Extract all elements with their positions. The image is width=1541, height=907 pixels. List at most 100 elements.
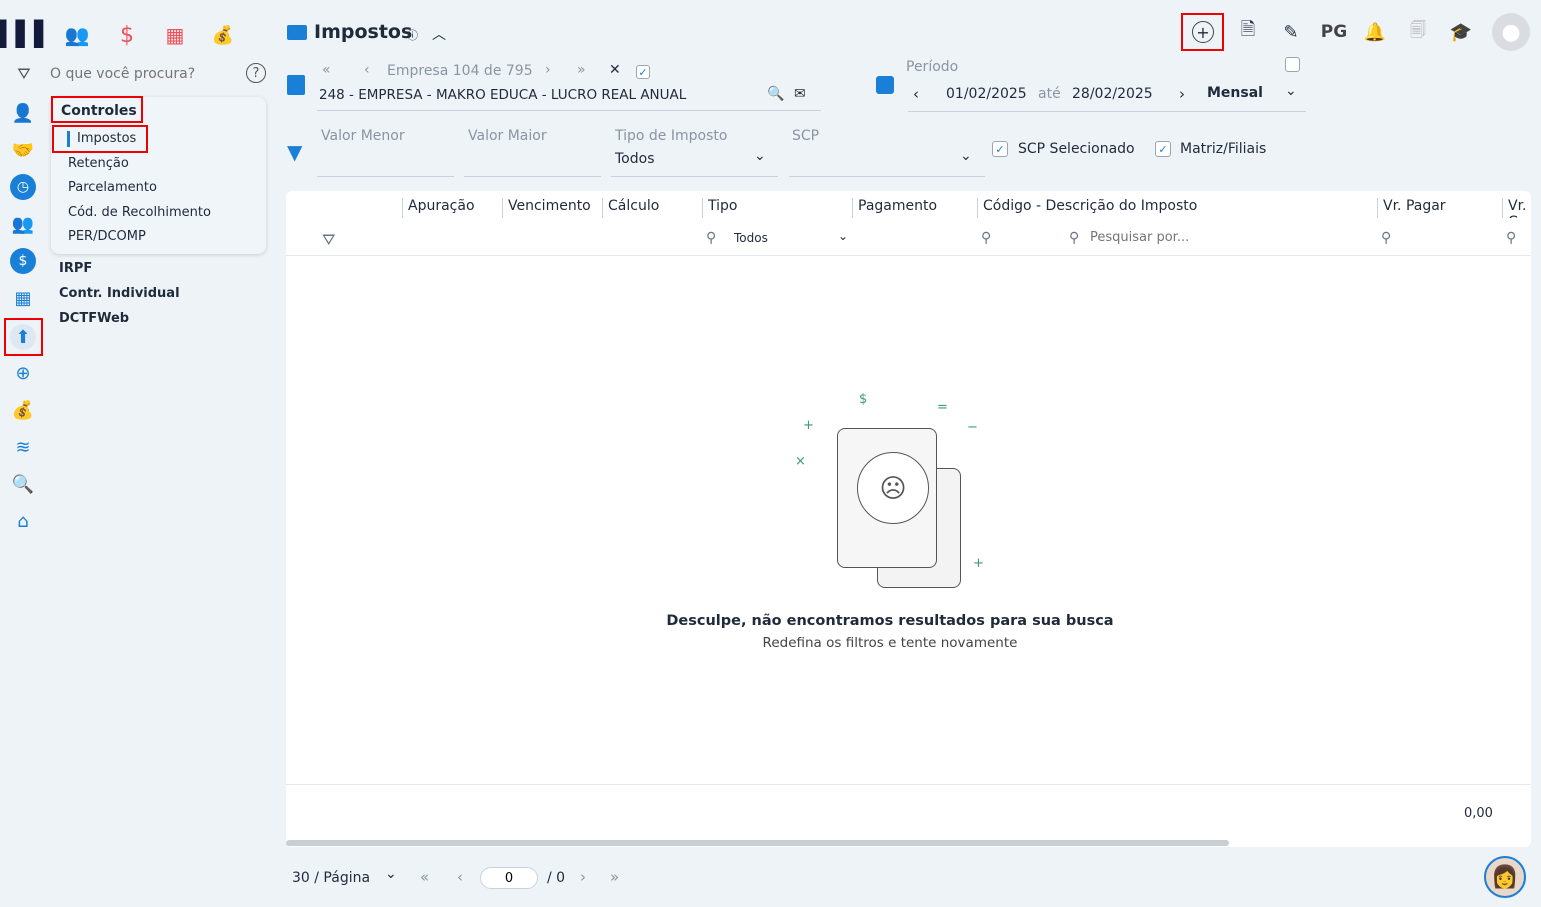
pg-button[interactable]: PG (1320, 20, 1348, 44)
avatar[interactable]: ● (1492, 13, 1530, 51)
tools-icon[interactable]: ✎ (1280, 20, 1302, 44)
clear-company-icon[interactable]: ✕ (609, 62, 621, 78)
company-name[interactable]: 248 - EMPRESA - MAKRO EDUCA - LUCRO REAL… (319, 87, 686, 103)
last-page-button[interactable]: » (610, 868, 619, 886)
home-icon[interactable]: ⌂ (10, 508, 36, 534)
search-input[interactable] (50, 62, 235, 86)
first-page-button[interactable]: « (420, 868, 429, 886)
period-mode-select[interactable]: Mensal (1207, 85, 1263, 101)
chevron-down-icon[interactable]: ⌄ (960, 148, 972, 164)
document-icon[interactable]: 🗎 (1237, 19, 1259, 44)
dollar-circle-icon[interactable]: $ (10, 248, 36, 274)
scp-label: SCP (792, 128, 820, 144)
info-icon[interactable]: ⓘ (407, 27, 418, 43)
col-tipo[interactable]: Tipo (702, 198, 737, 218)
search-company-icon[interactable]: 🔍 (767, 86, 784, 102)
collapse-icon[interactable]: ︿ (432, 24, 446, 44)
matriz-filiais-checkbox[interactable]: ✓ (1155, 141, 1171, 157)
period-to[interactable]: 28/02/2025 (1072, 86, 1153, 102)
graduation-cap-icon[interactable]: 🎓 (1449, 20, 1473, 44)
bell-icon[interactable]: 🔔 (1364, 20, 1386, 44)
assistant-avatar[interactable]: 👩 (1484, 856, 1526, 898)
filter-icon[interactable]: ⛛ (12, 62, 36, 86)
col-calculo[interactable]: Cálculo (602, 198, 659, 218)
people-icon[interactable]: 👥 (62, 20, 92, 50)
tipo-column-filter[interactable]: Todos (734, 231, 768, 245)
funnel-icon[interactable]: ▼ (287, 140, 302, 164)
dollar-icon[interactable]: $ (112, 20, 142, 50)
last-company-button[interactable]: » (577, 62, 586, 78)
menu-item-cod-recolhimento[interactable]: Cód. de Recolhimento (68, 205, 211, 220)
search-side-icon[interactable]: 🔍 (10, 471, 36, 497)
company-checkbox[interactable]: ✓ (636, 65, 650, 79)
prev-page-button[interactable]: ‹ (457, 868, 463, 886)
search-icon[interactable]: ⚲ (1506, 230, 1516, 246)
menu-item-perdcomp[interactable]: PER/DCOMP (68, 229, 146, 244)
col-vr-pagar[interactable]: Vr. Pagar (1377, 198, 1446, 218)
col-apuracao[interactable]: Apuração (402, 198, 475, 218)
money-bag-side-icon[interactable]: 💰 (10, 397, 36, 423)
search-icon[interactable]: ⚲ (706, 230, 716, 246)
money-bag-icon[interactable]: 💰 (208, 20, 238, 50)
matriz-filiais-label: Matriz/Filiais (1180, 141, 1267, 157)
total-pages: / 0 (547, 870, 566, 886)
next-period-button[interactable]: › (1179, 85, 1185, 103)
calculator-icon[interactable]: ▦ (160, 20, 190, 50)
period-sep: até (1038, 86, 1061, 102)
building-icon (287, 75, 305, 95)
page-input[interactable] (480, 867, 538, 889)
help-icon[interactable]: ? (246, 63, 266, 83)
horizontal-scrollbar[interactable] (286, 840, 1229, 846)
first-company-button[interactable]: « (322, 62, 331, 78)
col-vencimento[interactable]: Vencimento (502, 198, 591, 218)
search-icon[interactable]: ⚲ (1381, 230, 1391, 246)
descricao-search-input[interactable] (1090, 230, 1290, 245)
menu-item-retencao[interactable]: Retenção (68, 156, 129, 171)
menu-irpf[interactable]: IRPF (59, 261, 92, 276)
mail-icon[interactable]: ✉ (794, 86, 806, 102)
chevron-down-icon[interactable]: ⌄ (754, 148, 766, 164)
col-vr-c[interactable]: Vr. C (1502, 198, 1531, 218)
monitor-icon (287, 25, 307, 40)
empty-subtitle: Redefina os filtros e tente novamente (762, 635, 1018, 651)
layers-icon[interactable]: ≋ (10, 434, 36, 460)
tipo-imposto-label: Tipo de Imposto (615, 128, 728, 144)
empty-title: Desculpe, não encontramos resultados par… (666, 613, 1114, 629)
valor-menor-field[interactable]: Valor Menor (321, 128, 405, 144)
scp-selecionado-checkbox[interactable]: ✓ (992, 141, 1008, 157)
per-page-select[interactable]: 30 / Página (292, 870, 370, 886)
calculator-side-icon[interactable]: ▦ (10, 285, 36, 311)
prev-company-button[interactable]: ‹ (364, 62, 370, 78)
clock-icon[interactable]: ◷ (10, 174, 36, 200)
prev-period-button[interactable]: ‹ (913, 85, 919, 103)
period-checkbox[interactable] (1285, 57, 1300, 72)
chevron-down-icon[interactable]: ⌄ (1285, 83, 1297, 99)
col-codigo-descricao[interactable]: Código - Descrição do Imposto (977, 198, 1197, 218)
globe-icon[interactable]: ⊕ (10, 360, 36, 386)
menu-item-parcelamento[interactable]: Parcelamento (68, 180, 157, 195)
col-pagamento[interactable]: Pagamento (852, 198, 937, 218)
total-value: 0,00 (1464, 806, 1493, 821)
column-filter-icon[interactable]: ⛛ (322, 230, 335, 250)
page-title: Impostos (314, 21, 413, 43)
app-logo[interactable]: ▌▌▌ (0, 20, 53, 48)
menu-contr-individual[interactable]: Contr. Individual (59, 286, 180, 301)
tipo-imposto-select[interactable]: Todos (615, 151, 654, 167)
search-icon[interactable]: ⚲ (981, 230, 991, 246)
next-page-button[interactable]: › (580, 868, 586, 886)
next-company-button[interactable]: › (545, 62, 551, 78)
chevron-down-icon[interactable]: ⌄ (838, 229, 848, 243)
menu-dctfweb[interactable]: DCTFWeb (59, 311, 129, 326)
company-nav-label: Empresa 104 de 795 (387, 63, 533, 79)
chevron-down-icon[interactable]: ⌄ (385, 866, 397, 882)
calendar-icon (876, 76, 894, 94)
handshake-icon[interactable]: 🤝 (10, 137, 36, 163)
search-icon: ⚲ (1069, 230, 1080, 246)
period-label: Período (906, 59, 959, 75)
valor-maior-field[interactable]: Valor Maior (468, 128, 547, 144)
report-search-icon[interactable]: 🗐 (1407, 20, 1429, 44)
scp-selecionado-label: SCP Selecionado (1018, 141, 1135, 157)
user-settings-icon[interactable]: 👤 (10, 100, 36, 126)
period-from[interactable]: 01/02/2025 (946, 86, 1027, 102)
users-icon[interactable]: 👥 (10, 211, 36, 237)
